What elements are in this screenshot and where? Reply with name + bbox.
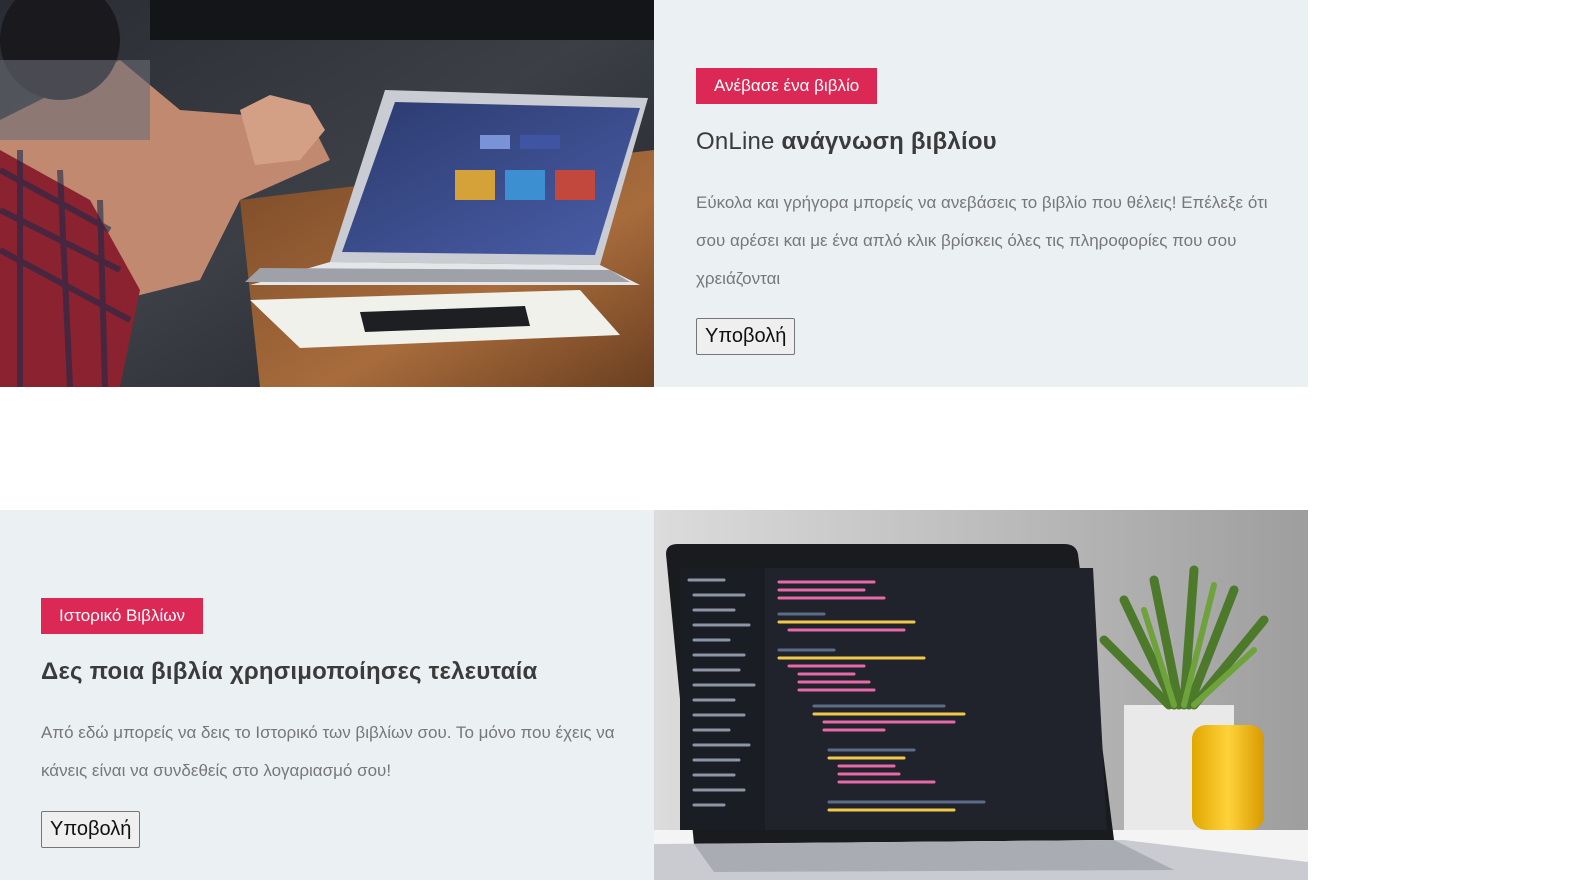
history-section-image — [654, 510, 1308, 880]
upload-section-title: OnLine ανάγνωση βιβλίου — [696, 128, 997, 156]
upload-section-panel: Ανέβασε ένα βιβλίο OnLine ανάγνωση βιβλί… — [654, 0, 1308, 387]
upload-section-description: Εύκολα και γρήγορα μπορείς να ανεβάσεις … — [696, 193, 1268, 288]
history-section-description: Από εδώ μπορείς να δεις το Ιστορικό των … — [41, 723, 615, 780]
book-history-badge: Ιστορικό Βιβλίων — [41, 598, 204, 634]
upload-submit-button[interactable]: Υποβολή — [696, 318, 796, 355]
history-section-title: Δες ποια βιβλία χρησιμοποίησες τελευταία — [41, 658, 537, 686]
laptop-code-photo — [654, 510, 1308, 880]
history-title-text: Δες ποια βιβλία χρησιμοποίησες τελευταία — [41, 658, 538, 685]
history-submit-button[interactable]: Υποβολή — [41, 811, 141, 848]
upload-book-badge: Ανέβασε ένα βιβλίο — [696, 68, 878, 104]
history-section: Ιστορικό Βιβλίων Δες ποια βιβλία χρησιμο… — [0, 510, 1308, 880]
meeting-laptop-photo — [0, 0, 654, 387]
title-light-text: OnLine — [696, 128, 775, 155]
upload-section: Ανέβασε ένα βιβλίο OnLine ανάγνωση βιβλί… — [0, 0, 1308, 387]
upload-section-image — [0, 0, 654, 387]
history-section-panel: Ιστορικό Βιβλίων Δες ποια βιβλία χρησιμο… — [0, 510, 654, 880]
title-bold-text: ανάγνωση βιβλίου — [781, 128, 997, 155]
